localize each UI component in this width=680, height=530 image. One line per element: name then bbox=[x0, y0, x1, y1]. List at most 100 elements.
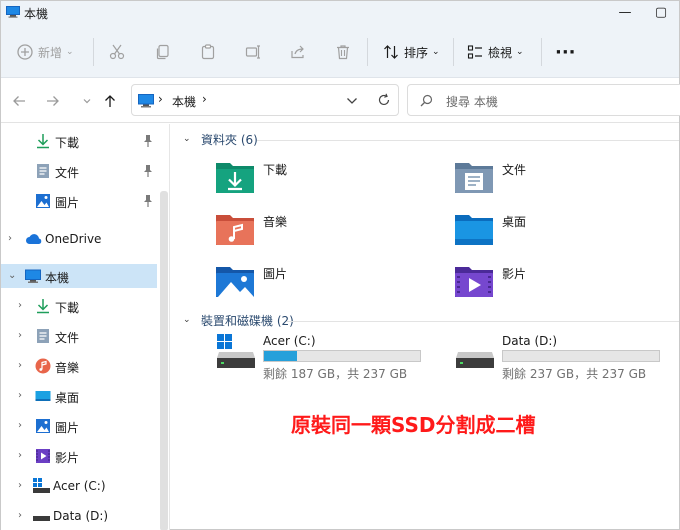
sidebar-item-pictures[interactable]: › 圖片 bbox=[1, 414, 157, 438]
download-icon bbox=[37, 299, 49, 314]
sidebar-item-downloads-pinned[interactable]: 下載 bbox=[1, 129, 157, 153]
sidebar-item-label: 圖片 bbox=[55, 421, 80, 435]
drive-c-icon bbox=[33, 478, 50, 493]
drive-d-icon bbox=[33, 516, 50, 521]
chevron-down-icon[interactable]: ⌄ bbox=[183, 134, 193, 144]
sidebar-item-label: Data (D:) bbox=[53, 509, 109, 523]
breadcrumb-separator[interactable]: › bbox=[202, 92, 207, 106]
search-icon bbox=[420, 94, 433, 107]
sidebar-item-label: 下載 bbox=[55, 301, 80, 315]
pane-divider bbox=[169, 124, 170, 530]
recent-locations-button[interactable] bbox=[75, 89, 99, 113]
navigation-row: › 本機 › 搜尋 本機 bbox=[1, 79, 680, 123]
sidebar-item-videos[interactable]: › 影片 bbox=[1, 444, 157, 468]
cut-button[interactable] bbox=[109, 26, 125, 78]
documents-icon bbox=[37, 164, 49, 178]
sidebar-item-music[interactable]: › 音樂 bbox=[1, 354, 157, 378]
search-box[interactable]: 搜尋 本機 bbox=[407, 84, 680, 116]
chevron-right-icon[interactable]: › bbox=[18, 390, 22, 401]
breadcrumb-this-pc[interactable]: 本機 bbox=[172, 93, 196, 110]
pin-icon bbox=[144, 195, 152, 207]
chevron-down-icon: ⌄ bbox=[516, 47, 524, 57]
sort-button[interactable]: 排序 ⌄ bbox=[383, 26, 440, 78]
folder-name: 文件 bbox=[502, 163, 527, 177]
refresh-icon[interactable] bbox=[377, 93, 391, 107]
rename-button[interactable] bbox=[245, 26, 261, 78]
file-explorer-window: 本機 — ▢ 新增 ⌄ 排序 ⌄ 檢視 ⌄ ··· › 本機 › 搜尋 本機 下… bbox=[0, 0, 680, 530]
chevron-right-icon[interactable]: › bbox=[18, 510, 22, 521]
folder-pictures[interactable]: 圖片 bbox=[215, 262, 415, 306]
window-title: 本機 bbox=[24, 7, 49, 21]
sidebar-item-documents[interactable]: › 文件 bbox=[1, 324, 157, 348]
drive-free-space: 剩餘 187 GB，共 237 GB bbox=[263, 367, 408, 381]
chevron-down-icon: ⌄ bbox=[66, 47, 74, 57]
forward-button[interactable] bbox=[41, 89, 65, 113]
sidebar-item-desktop[interactable]: › 桌面 bbox=[1, 384, 157, 408]
divider bbox=[453, 38, 454, 66]
this-pc-icon bbox=[138, 94, 154, 108]
paste-icon bbox=[201, 44, 215, 60]
search-placeholder: 搜尋 本機 bbox=[446, 95, 498, 109]
sort-label: 排序 bbox=[404, 45, 429, 60]
drive-name: Data (D:) bbox=[502, 334, 558, 348]
sidebar-item-pictures-pinned[interactable]: 圖片 bbox=[1, 189, 157, 213]
sidebar-item-label: 影片 bbox=[55, 451, 80, 465]
folder-name: 下載 bbox=[263, 163, 288, 177]
sidebar-item-drive-d[interactable]: › Data (D:) bbox=[1, 504, 157, 528]
pin-icon bbox=[144, 135, 152, 147]
paste-button[interactable] bbox=[200, 26, 216, 78]
chevron-right-icon[interactable]: › bbox=[18, 330, 22, 341]
scissors-icon bbox=[109, 44, 125, 60]
back-button[interactable] bbox=[7, 89, 31, 113]
up-button[interactable] bbox=[98, 89, 122, 113]
arrow-up-icon bbox=[105, 95, 115, 107]
copy-button[interactable] bbox=[155, 26, 171, 78]
new-button[interactable]: 新增 ⌄ bbox=[17, 26, 74, 78]
title-bar: 本機 — ▢ bbox=[1, 1, 679, 26]
chevron-right-icon[interactable]: › bbox=[8, 233, 12, 244]
delete-button[interactable] bbox=[335, 26, 351, 78]
chevron-right-icon[interactable]: › bbox=[18, 420, 22, 431]
sidebar-scrollbar[interactable] bbox=[160, 191, 168, 530]
maximize-button[interactable]: ▢ bbox=[643, 3, 679, 23]
sidebar-item-label: OneDrive bbox=[45, 232, 102, 246]
breadcrumb-separator[interactable]: › bbox=[158, 92, 163, 106]
address-bar[interactable]: › 本機 › bbox=[131, 84, 399, 116]
more-options-button[interactable]: ··· bbox=[555, 26, 576, 78]
sidebar-item-downloads[interactable]: › 下載 bbox=[1, 294, 157, 318]
drive-c[interactable]: Acer (C:) 剩餘 187 GB，共 237 GB bbox=[217, 334, 437, 384]
drive-d[interactable]: Data (D:) 剩餘 237 GB，共 237 GB bbox=[456, 334, 676, 384]
chevron-down-icon[interactable]: ⌄ bbox=[183, 315, 193, 325]
folder-documents[interactable]: 文件 bbox=[454, 158, 654, 202]
chevron-right-icon[interactable]: › bbox=[18, 450, 22, 461]
chevron-right-icon[interactable]: › bbox=[18, 360, 22, 371]
group-divider bbox=[287, 321, 679, 322]
drives-group-header[interactable]: ⌄ 裝置和磁碟機 (2) bbox=[183, 311, 294, 329]
view-button[interactable]: 檢視 ⌄ bbox=[467, 26, 524, 78]
sidebar-item-label: 文件 bbox=[55, 166, 80, 180]
minimize-button[interactable]: — bbox=[607, 3, 643, 23]
chevron-down-icon[interactable]: ⌄ bbox=[8, 270, 16, 281]
sidebar-item-this-pc[interactable]: ⌄ 本機 bbox=[1, 264, 157, 288]
chevron-right-icon[interactable]: › bbox=[18, 480, 22, 491]
sidebar-item-drive-c[interactable]: › Acer (C:) bbox=[1, 474, 157, 498]
chevron-down-icon[interactable] bbox=[346, 96, 358, 106]
music-icon bbox=[35, 358, 51, 374]
folders-group-header[interactable]: ⌄ 資料夾 (6) bbox=[183, 130, 258, 148]
plus-circle-icon bbox=[17, 44, 33, 60]
folder-desktop[interactable]: 桌面 bbox=[454, 210, 654, 254]
share-button[interactable] bbox=[290, 26, 306, 78]
drive-d-icon bbox=[456, 352, 494, 368]
new-label: 新增 bbox=[38, 45, 63, 60]
folder-downloads[interactable]: 下載 bbox=[215, 158, 415, 202]
sidebar-item-onedrive[interactable]: › OneDrive bbox=[1, 227, 157, 251]
chevron-right-icon[interactable]: › bbox=[18, 300, 22, 311]
sidebar-item-documents-pinned[interactable]: 文件 bbox=[1, 159, 157, 183]
content-pane: ⌄ 資料夾 (6) 下載 文件 音樂 桌面 圖片 影片 ⌄ 裝置和磁碟機 (2)… bbox=[171, 124, 679, 530]
onedrive-cloud-icon bbox=[26, 234, 42, 244]
sidebar-item-label: 本機 bbox=[45, 271, 70, 285]
drive-free-space: 剩餘 237 GB，共 237 GB bbox=[502, 367, 647, 381]
folder-music[interactable]: 音樂 bbox=[215, 210, 415, 254]
folders-group-title: 資料夾 (6) bbox=[201, 132, 258, 147]
folder-videos[interactable]: 影片 bbox=[454, 262, 654, 306]
